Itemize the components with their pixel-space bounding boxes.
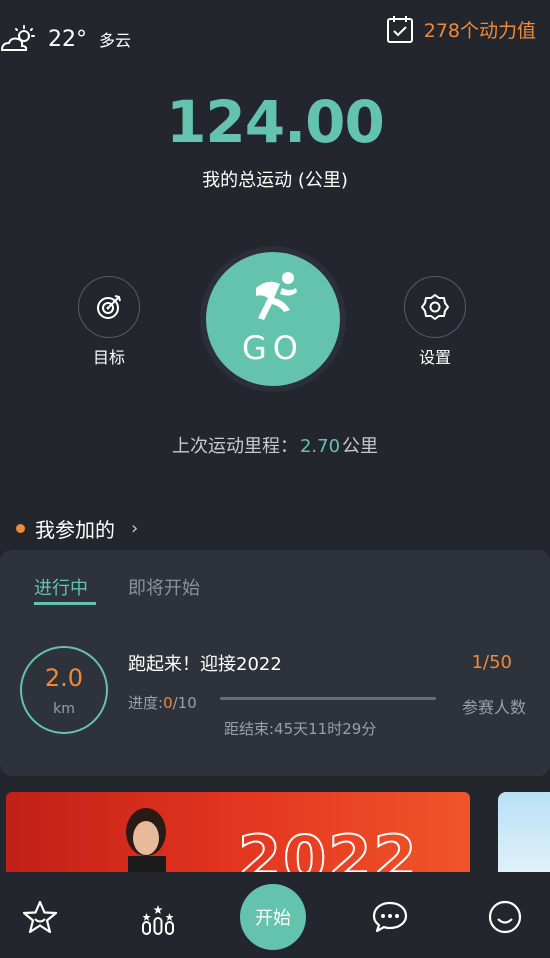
star-face-icon — [22, 900, 58, 934]
my-joined-title: 我参加的 — [35, 518, 115, 542]
calendar-check-icon — [386, 16, 413, 43]
promo-banner[interactable]: 2022 — [6, 792, 470, 872]
bottom-navigation: 开始 — [0, 872, 550, 958]
ranking-icon — [142, 905, 174, 935]
nav-messages[interactable] — [372, 900, 408, 938]
go-button[interactable]: GO — [206, 252, 340, 386]
event-distance-unit: km — [53, 701, 75, 717]
event-progress-bar — [220, 697, 436, 700]
power-points[interactable]: 278个动力值 — [386, 14, 536, 44]
orange-dot — [16, 524, 25, 533]
participants-label: 参赛人数 — [461, 698, 526, 717]
tab-active-indicator — [34, 602, 96, 605]
progress-total: /10 — [172, 694, 197, 712]
total-distance-label: 我的总运动 (公里) — [202, 170, 348, 191]
event-countdown: 距结束:45天11时29分 — [224, 720, 377, 738]
weather-widget: 22° 多云 — [0, 20, 131, 58]
runner-portrait-image — [126, 808, 166, 872]
event-progress-label: 进度:0/10 — [128, 692, 197, 713]
chat-bubble-icon — [372, 901, 408, 933]
target-group[interactable] — [78, 276, 140, 338]
nav-home[interactable] — [22, 900, 58, 938]
banner-year-text: 2022 — [237, 821, 419, 872]
target-icon — [97, 295, 121, 319]
last-run-prefix: 上次运动里程： — [171, 436, 298, 457]
participants-value: 1/50 — [471, 652, 512, 673]
partly-cloudy-icon — [0, 25, 35, 51]
promo-banner-next[interactable] — [498, 792, 550, 872]
event-distance-badge: 2.0 km — [20, 646, 108, 734]
power-label: 278个动力值 — [423, 19, 536, 42]
last-run-distance: 上次运动里程： 2.70 公里 — [0, 432, 550, 458]
tab-in-progress[interactable]: 进行中 — [34, 574, 88, 600]
events-card: 进行中 即将开始 2.0 km 跑起来！迎接2022 进度:0/10 距结束:4… — [0, 550, 550, 776]
settings-group[interactable] — [404, 276, 466, 338]
event-title[interactable]: 跑起来！迎接2022 — [128, 650, 282, 676]
go-label: GO — [242, 329, 304, 367]
nav-profile[interactable] — [488, 900, 522, 938]
nav-start-label: 开始 — [255, 908, 291, 929]
temperature: 22° — [48, 26, 87, 52]
target-label: 目标 — [92, 348, 125, 367]
nav-ranking[interactable] — [140, 900, 176, 940]
settings-button[interactable] — [404, 276, 466, 338]
gear-icon — [421, 294, 449, 320]
last-run-unit: 公里 — [342, 436, 379, 457]
smiley-icon — [488, 900, 522, 934]
chevron-right-icon: › — [131, 518, 139, 539]
my-joined-header[interactable]: 我参加的 › — [16, 514, 138, 543]
total-distance-value: 124.00 — [166, 88, 385, 156]
settings-label: 设置 — [418, 348, 451, 367]
progress-prefix: 进度: — [128, 694, 164, 712]
weather-condition: 多云 — [99, 31, 132, 50]
last-run-value: 2.70 — [299, 436, 341, 457]
tab-upcoming[interactable]: 即将开始 — [128, 574, 200, 600]
runner-icon — [256, 272, 297, 320]
event-distance-value: 2.0 — [44, 664, 84, 692]
nav-start-button[interactable]: 开始 — [240, 884, 306, 950]
target-button[interactable] — [78, 276, 140, 338]
progress-current: 0 — [163, 694, 173, 712]
